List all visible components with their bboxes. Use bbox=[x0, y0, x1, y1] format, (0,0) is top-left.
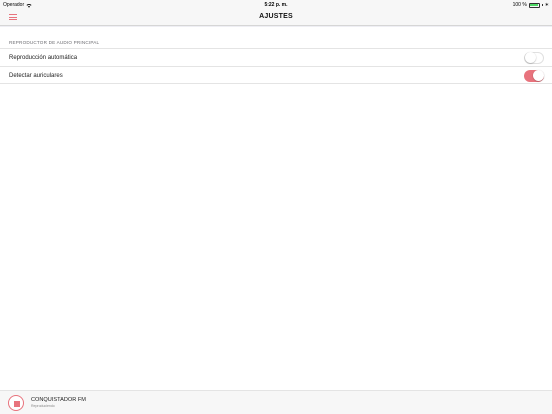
page-title: AJUSTES bbox=[259, 13, 293, 20]
mini-player[interactable]: CONQUISTADOR FM Reproduciendo bbox=[0, 390, 552, 414]
bluetooth-icon: ∗ bbox=[544, 2, 549, 8]
toggle-knob bbox=[525, 52, 536, 64]
setting-row-autoplay: Reproducción automática bbox=[0, 48, 552, 66]
autoplay-toggle[interactable] bbox=[524, 51, 544, 64]
setting-row-headphones: Detectar auriculares bbox=[0, 66, 552, 84]
settings-content: REPRODUCTOR DE AUDIO PRINCIPAL Reproducc… bbox=[0, 27, 552, 390]
station-name: CONQUISTADOR FM bbox=[31, 397, 86, 403]
battery-icon bbox=[528, 2, 540, 8]
battery-percent: 100 % bbox=[512, 2, 527, 8]
battery-tip bbox=[541, 4, 543, 6]
status-bar: Operador 5:22 p. m. 100 % ∗ bbox=[0, 0, 552, 9]
stop-icon bbox=[14, 401, 20, 407]
player-status: Reproduciendo bbox=[31, 404, 55, 408]
toggle-knob bbox=[532, 70, 544, 81]
navigation-bar: AJUSTES bbox=[0, 9, 552, 26]
section-header: REPRODUCTOR DE AUDIO PRINCIPAL bbox=[9, 40, 100, 45]
stop-button[interactable] bbox=[8, 395, 24, 411]
setting-label: Reproducción automática bbox=[9, 55, 78, 61]
status-time: 5:22 p. m. bbox=[264, 2, 288, 8]
detect-headphones-toggle[interactable] bbox=[524, 69, 544, 82]
status-right: 100 % ∗ bbox=[513, 2, 549, 8]
setting-label: Detectar auriculares bbox=[9, 73, 63, 79]
